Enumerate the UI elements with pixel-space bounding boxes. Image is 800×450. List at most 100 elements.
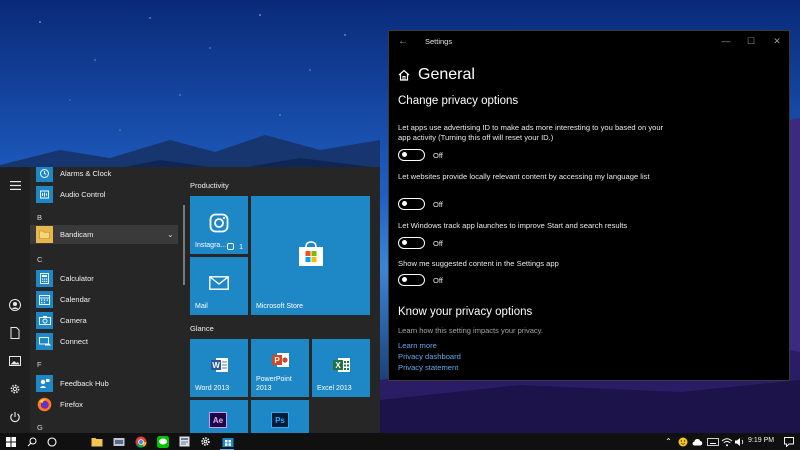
chevron-up-icon[interactable]: ⌃ [662,435,675,448]
search-icon[interactable] [25,435,38,448]
app-label: Firefox [60,400,83,409]
page-title: General [418,66,475,83]
privacy-dashboard-link[interactable]: Privacy dashboard [398,352,461,361]
files-icon[interactable] [178,435,191,448]
mail-icon [209,275,229,291]
tile-microsoft-store[interactable]: Microsoft Store [251,196,370,315]
emoji-icon[interactable] [676,435,689,448]
line-icon[interactable] [156,435,169,448]
maximize-icon[interactable]: ☐ [744,36,758,48]
language-list-toggle[interactable] [398,198,425,210]
pictures-icon[interactable] [5,351,25,371]
advertising-id-toggle[interactable] [398,149,425,161]
keyboard-icon[interactable] [706,435,719,448]
back-arrow-icon[interactable]: ← [398,36,408,47]
list-item-feedback-hub[interactable]: Feedback Hub [36,374,176,393]
option-language-list-text: Let websites provide locally relevant co… [398,172,650,181]
volume-icon[interactable] [733,435,746,448]
suggested-content-toggle[interactable] [398,274,425,286]
powerpoint-icon: P [271,351,291,369]
user-icon[interactable] [5,295,25,315]
clock-time[interactable]: 9:19 PM [748,437,774,444]
tile-mail[interactable]: Mail [190,257,248,315]
document-icon[interactable] [5,323,25,343]
camera-icon [36,312,53,329]
power-icon[interactable] [5,407,25,427]
app-label: Audio Control [60,190,106,199]
list-item-connect[interactable]: Connect [36,332,176,351]
list-item-audio-control[interactable]: Audio Control [36,185,176,204]
list-item-alarms-clock[interactable]: Alarms & Clock [36,167,176,183]
toggle-state: Off [433,238,443,248]
tile-instagram[interactable]: Instagra... 1 [190,196,248,254]
minimize-icon[interactable]: — [719,36,733,48]
group-title-glance[interactable]: Glance [190,324,214,333]
chevron-down-icon[interactable]: ⌄ [167,230,174,239]
option-advertising-id-text: Let apps use advertising ID to make ads … [398,123,664,142]
tile-word[interactable]: W Word 2013 [190,339,248,397]
tile-area: Productivity Instagra... 1 Microsoft Sto… [180,167,380,433]
tile-badge-count: 1 [239,244,243,251]
list-item-bandicam[interactable]: Bandicam [36,225,176,244]
letter-header-f[interactable]: F [37,360,42,369]
chrome-icon[interactable] [134,435,147,448]
tile-excel[interactable]: X Excel 2013 [312,339,370,397]
task-view-icon[interactable] [45,435,58,448]
privacy-statement-link[interactable]: Privacy statement [398,363,458,372]
settings-window: ← Settings — ☐ ✕ General Change privacy … [388,30,790,381]
firefox-icon [36,396,53,413]
learn-more-link[interactable]: Learn more [398,341,437,350]
tile-powerpoint[interactable]: P PowerPoint 2013 [251,339,309,397]
after-effects-icon: Ae [209,412,227,428]
toggle-state: Off [433,275,443,285]
wifi-icon[interactable] [720,435,733,448]
gear-icon[interactable] [5,379,25,399]
section-title-know-privacy: Know your privacy options [398,306,533,318]
tile-after-effects[interactable]: Ae [190,400,248,433]
close-icon[interactable]: ✕ [770,36,784,48]
tile-label: Microsoft Store [256,302,304,310]
tile-label: PowerPoint 2013 [256,376,292,392]
letter-header-c[interactable]: C [37,255,42,264]
settings-gear-icon[interactable] [199,435,212,448]
store-icon[interactable] [221,435,234,448]
toggle-state: Off [433,199,443,209]
app-label: Alarms & Clock [60,169,112,178]
feedback-hub-icon [36,375,53,392]
home-icon[interactable] [398,69,410,81]
hamburger-icon[interactable] [5,175,25,195]
list-item-firefox[interactable]: Firefox [36,395,176,414]
letter-header-g[interactable]: G [37,423,43,432]
calendar-icon [36,291,53,308]
settings-titlebar[interactable]: ← Settings — ☐ ✕ [389,31,789,53]
group-title-productivity[interactable]: Productivity [190,181,229,190]
notifications-icon[interactable] [782,435,795,448]
option-advertising-id: Off [398,149,443,161]
start-menu: Alarms & Clock Audio Control B Bandicam … [0,167,380,433]
window-title: Settings [425,37,453,46]
option-track-launches: Off [398,237,443,249]
windows-start-icon[interactable] [4,435,17,448]
file-explorer-icon[interactable] [90,435,103,448]
toggle-state: Off [433,150,443,160]
microsoft-store-icon [296,238,326,268]
list-item-calculator[interactable]: Calculator [36,269,176,288]
excel-icon: X [332,356,352,374]
cloud-icon[interactable] [690,435,703,448]
tile-label: Mail [195,302,208,310]
track-launches-toggle[interactable] [398,237,425,249]
tile-label: Instagra... [195,241,227,249]
list-item-camera[interactable]: Camera [36,311,176,330]
start-rail [0,167,30,433]
option-suggested-content-text: Show me suggested content in the Setting… [398,259,559,268]
option-language-list: Off [398,198,443,210]
taskbar: ⌃ 9:19 PM [0,433,800,450]
app-label: Connect [60,337,88,346]
app-label: Calendar [60,295,91,304]
letter-header-b[interactable]: B [37,213,42,222]
app-label: Bandicam [60,230,94,239]
app-icon[interactable] [112,435,125,448]
app-label: Feedback Hub [60,379,109,388]
tile-photoshop[interactable]: Ps [251,400,309,433]
list-item-calendar[interactable]: Calendar [36,290,176,309]
